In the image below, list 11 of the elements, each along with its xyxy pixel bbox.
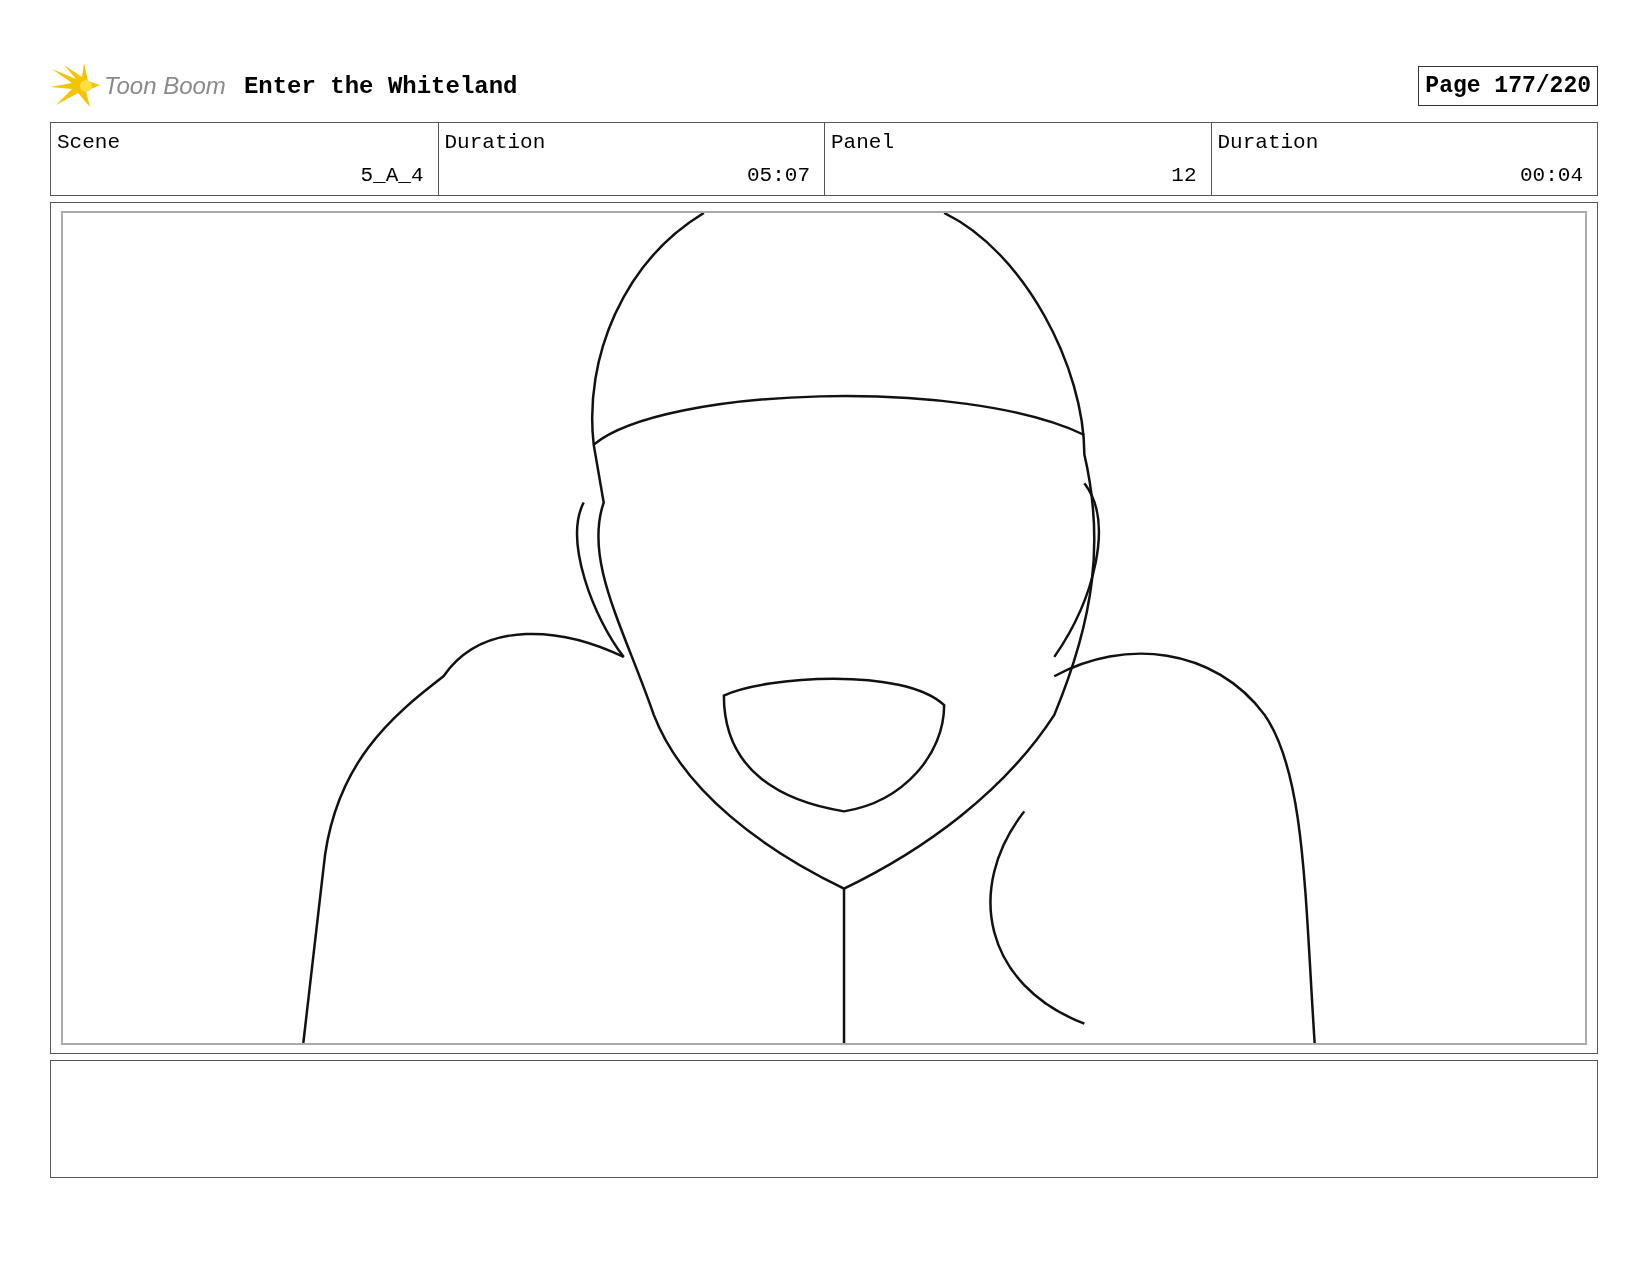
field-label: Duration [444,131,547,154]
page-number: Page 177/220 [1418,66,1598,106]
field-label: Duration [1217,131,1320,154]
field-value: 00:04 [1520,164,1583,187]
storyboard-title: Enter the Whiteland [243,72,518,100]
field-label: Panel [831,131,895,154]
field-value: 12 [1171,164,1197,187]
logo-text: Toon Boom [104,72,226,100]
field-value: 5_A_4 [360,164,424,187]
field-label: Scene [57,131,121,154]
field-value: 05:07 [747,164,810,187]
